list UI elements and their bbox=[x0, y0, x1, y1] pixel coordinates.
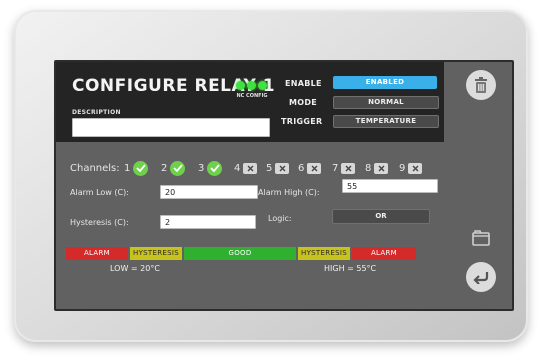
channel-number: 1 bbox=[124, 162, 131, 174]
back-arrow-icon bbox=[473, 272, 489, 284]
touch-screen: CONFIGURE RELAY 1 NC CONFIG DESCRIPTION … bbox=[54, 60, 514, 311]
high-threshold-label: HIGH = 55°C bbox=[324, 264, 377, 273]
x-icon[interactable] bbox=[243, 162, 258, 174]
good-band: GOOD bbox=[184, 247, 296, 260]
delete-button[interactable] bbox=[466, 70, 496, 100]
enable-toggle[interactable]: ENABLED bbox=[333, 76, 437, 89]
logic-select[interactable]: OR bbox=[332, 209, 430, 224]
leds-label: NC CONFIG bbox=[236, 93, 268, 99]
channel-5[interactable]: 5 bbox=[266, 158, 290, 178]
trigger-label: TRIGGER bbox=[281, 117, 323, 126]
x-icon[interactable] bbox=[307, 162, 322, 174]
relay-header: CONFIGURE RELAY 1 NC CONFIG DESCRIPTION … bbox=[56, 62, 444, 142]
channel-number: 8 bbox=[365, 162, 372, 174]
channel-6[interactable]: 6 bbox=[298, 158, 322, 178]
channel-number: 2 bbox=[161, 162, 168, 174]
status-leds: NC CONFIG bbox=[232, 81, 272, 103]
channel-number: 9 bbox=[399, 162, 406, 174]
status-led bbox=[258, 81, 267, 90]
channel-number: 6 bbox=[298, 162, 305, 174]
x-icon[interactable] bbox=[275, 162, 290, 174]
check-icon[interactable] bbox=[170, 160, 186, 176]
enable-label: ENABLE bbox=[285, 79, 322, 88]
alarm-low-input[interactable]: 20 bbox=[160, 185, 258, 199]
device-bezel: CONFIGURE RELAY 1 NC CONFIG DESCRIPTION … bbox=[14, 10, 528, 342]
channels-label: Channels: bbox=[70, 163, 120, 174]
channel-number: 4 bbox=[234, 162, 241, 174]
channel-number: 5 bbox=[266, 162, 273, 174]
channel-9[interactable]: 9 bbox=[399, 158, 423, 178]
channel-number: 3 bbox=[198, 162, 205, 174]
trigger-select[interactable]: TEMPERATURE bbox=[333, 115, 439, 128]
folder-icon[interactable] bbox=[471, 228, 491, 248]
channel-7[interactable]: 7 bbox=[332, 158, 356, 178]
status-led bbox=[247, 81, 256, 90]
back-button[interactable] bbox=[466, 262, 496, 292]
status-led bbox=[236, 81, 245, 90]
hysteresis-low-band: HYSTERESIS bbox=[130, 247, 182, 260]
alarm-low-band: ALARM bbox=[66, 247, 128, 260]
channel-2[interactable]: 2 bbox=[161, 158, 186, 178]
x-icon[interactable] bbox=[408, 162, 423, 174]
alarm-low-label: Alarm Low (C): bbox=[70, 188, 129, 197]
channel-1[interactable]: 1 bbox=[124, 158, 149, 178]
hysteresis-label: Hysteresis (C): bbox=[70, 218, 129, 227]
hysteresis-high-band: HYSTERESIS bbox=[298, 247, 350, 260]
check-icon[interactable] bbox=[133, 160, 149, 176]
description-field[interactable] bbox=[72, 118, 270, 137]
channel-4[interactable]: 4 bbox=[234, 158, 258, 178]
mode-label: MODE bbox=[289, 98, 318, 107]
hysteresis-input[interactable]: 2 bbox=[160, 215, 256, 229]
check-icon[interactable] bbox=[207, 160, 223, 176]
alarm-high-label: Alarm High (C): bbox=[258, 188, 320, 197]
mode-select[interactable]: NORMAL bbox=[333, 96, 439, 109]
channel-3[interactable]: 3 bbox=[198, 158, 223, 178]
x-icon[interactable] bbox=[341, 162, 356, 174]
trash-icon bbox=[475, 77, 487, 93]
channel-number: 7 bbox=[332, 162, 339, 174]
low-threshold-label: LOW = 20°C bbox=[110, 264, 160, 273]
alarm-high-band: ALARM bbox=[352, 247, 416, 260]
description-label: DESCRIPTION bbox=[72, 109, 121, 116]
logic-label: Logic: bbox=[268, 214, 292, 223]
alarm-high-input[interactable]: 55 bbox=[342, 179, 438, 193]
x-icon[interactable] bbox=[374, 162, 389, 174]
channel-8[interactable]: 8 bbox=[365, 158, 389, 178]
